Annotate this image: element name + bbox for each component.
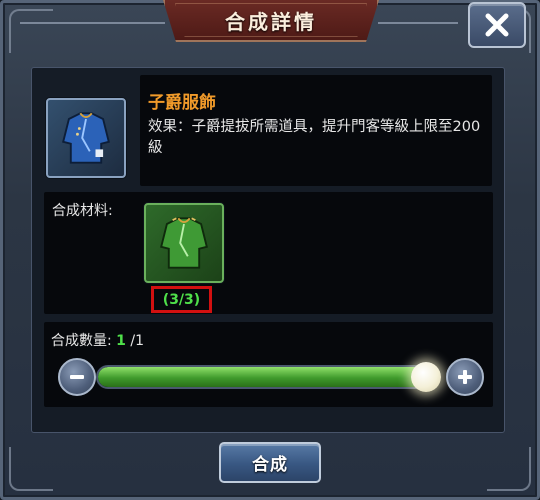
blue-robe-icon — [62, 112, 110, 164]
combine-button[interactable]: 合成 — [219, 442, 321, 483]
minus-icon — [70, 375, 84, 379]
corner-ornament — [9, 9, 53, 53]
quantity-current: 1 — [116, 333, 126, 349]
item-name: 子爵服飾 — [148, 93, 216, 113]
quantity-label-row: 合成數量: 1 /1 — [51, 330, 144, 350]
plus-icon — [458, 370, 472, 384]
slider-fill — [98, 367, 434, 387]
materials-label: 合成材料: — [52, 203, 113, 219]
material-slot[interactable] — [144, 203, 224, 283]
dialog-title: 合成詳情 — [225, 9, 317, 34]
increase-button[interactable] — [446, 358, 484, 396]
item-description: 效果：子爵提拔所需道具，提升門客等級上限至200級 — [148, 119, 481, 156]
close-x-icon — [485, 13, 509, 37]
decrease-button[interactable] — [58, 358, 96, 396]
quantity-total: /1 — [130, 333, 144, 349]
close-button[interactable] — [468, 2, 526, 48]
title-divider-left — [20, 22, 165, 24]
item-slot[interactable] — [46, 98, 126, 178]
corner-ornament — [9, 447, 53, 491]
corner-ornament — [487, 447, 531, 491]
title-plate: 合成詳情 — [163, 0, 379, 42]
quantity-slider[interactable] — [96, 365, 436, 389]
slider-handle[interactable] — [411, 362, 441, 392]
material-count: (3/3) — [151, 286, 212, 313]
title-divider-right — [378, 22, 458, 24]
green-robe-icon — [160, 217, 208, 269]
quantity-label: 合成數量: — [51, 333, 112, 349]
